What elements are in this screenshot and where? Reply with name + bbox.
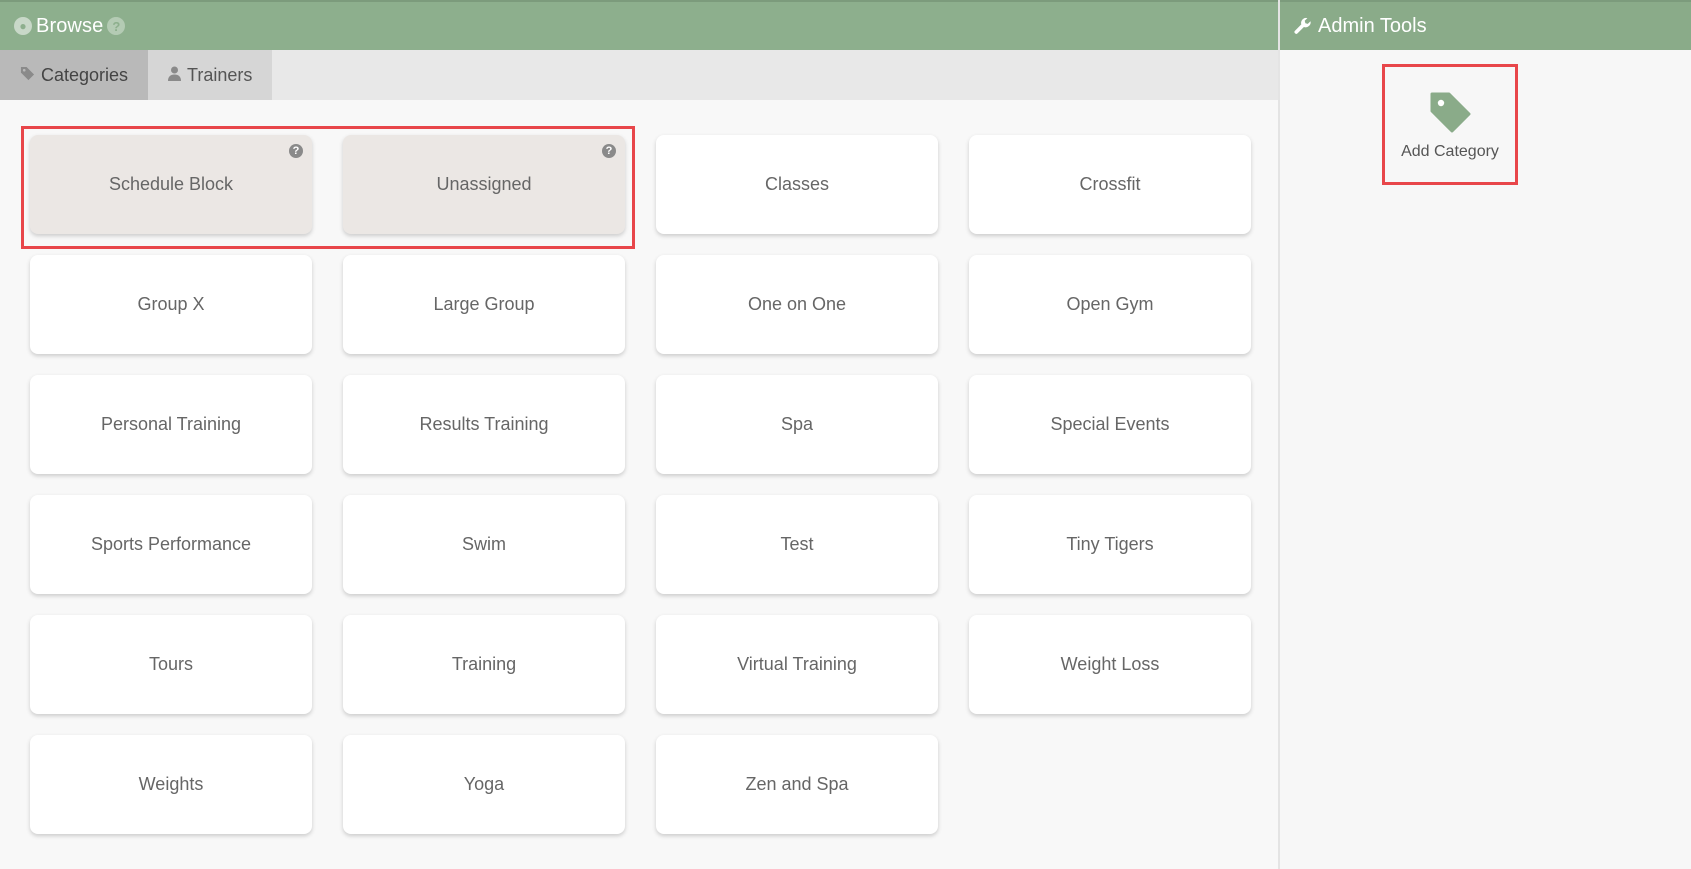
category-label: Tours xyxy=(148,654,193,674)
category-card[interactable]: Zen and Spa xyxy=(656,735,938,834)
category-card[interactable]: Results Training xyxy=(343,375,625,474)
category-label: Zen and Spa xyxy=(745,774,849,794)
category-label: Classes xyxy=(764,174,830,194)
tag-icon xyxy=(20,66,35,85)
tab-trainers[interactable]: Trainers xyxy=(148,50,273,100)
category-card[interactable]: Crossfit xyxy=(969,135,1251,234)
category-label: Personal Training xyxy=(100,414,242,434)
help-icon[interactable]: ? xyxy=(602,144,616,158)
category-card[interactable]: Virtual Training xyxy=(656,615,938,714)
category-label: Unassigned xyxy=(436,174,532,194)
category-label: Open Gym xyxy=(1066,294,1154,314)
category-card[interactable]: Large Group xyxy=(343,255,625,354)
category-card-unassigned[interactable]: Unassigned ? xyxy=(343,135,625,234)
category-label: Virtual Training xyxy=(737,654,857,674)
category-card[interactable]: Weight Loss xyxy=(969,615,1251,714)
category-label: Spa xyxy=(780,414,814,434)
category-label: Sports Performance xyxy=(90,534,252,554)
help-icon[interactable]: ? xyxy=(107,17,126,35)
category-card[interactable]: One on One xyxy=(656,255,938,354)
category-card[interactable]: Weights xyxy=(30,735,312,834)
user-icon xyxy=(168,66,182,85)
tab-bar: Categories Trainers xyxy=(0,50,1278,100)
browse-panel: ● Browse ? Categories Trainers Schedule … xyxy=(0,0,1278,869)
wrench-icon xyxy=(1294,17,1312,35)
category-card[interactable]: Classes xyxy=(656,135,938,234)
category-card[interactable]: Sports Performance xyxy=(30,495,312,594)
browse-title: Browse xyxy=(36,14,104,37)
category-label: Swim xyxy=(462,534,506,554)
category-label: Large Group xyxy=(433,294,535,314)
category-card[interactable]: Special Events xyxy=(969,375,1251,474)
category-card[interactable]: Swim xyxy=(343,495,625,594)
admin-tools-header: Admin Tools xyxy=(1280,0,1691,50)
tag-icon xyxy=(1427,89,1473,143)
category-label: Yoga xyxy=(463,774,505,794)
category-card[interactable]: Training xyxy=(343,615,625,714)
category-card[interactable]: Spa xyxy=(656,375,938,474)
category-card[interactable]: Open Gym xyxy=(969,255,1251,354)
category-label: Weight Loss xyxy=(1060,654,1160,674)
help-icon[interactable]: ? xyxy=(289,144,303,158)
category-label: Weights xyxy=(138,774,204,794)
category-label: Special Events xyxy=(1050,414,1170,434)
category-card[interactable]: Group X xyxy=(30,255,312,354)
category-card-schedule-block[interactable]: Schedule Block ? xyxy=(30,135,312,234)
browse-header: ● Browse ? xyxy=(0,0,1278,50)
category-card[interactable]: Test xyxy=(656,495,938,594)
category-card[interactable]: Tours xyxy=(30,615,312,714)
category-label: Crossfit xyxy=(1079,174,1141,194)
globe-icon: ● xyxy=(14,17,32,35)
add-category-label: Add Category xyxy=(1401,142,1499,160)
add-category-button[interactable]: Add Category xyxy=(1385,67,1515,182)
tab-trainers-label: Trainers xyxy=(187,64,253,85)
category-label: Test xyxy=(780,534,814,554)
tab-categories-label: Categories xyxy=(41,64,129,85)
category-grid: Schedule Block ? Unassigned ? Classes Cr… xyxy=(30,135,1251,834)
category-card[interactable]: Personal Training xyxy=(30,375,312,474)
category-card[interactable]: Yoga xyxy=(343,735,625,834)
category-label: Training xyxy=(451,654,517,674)
category-label: Group X xyxy=(137,294,205,314)
category-label: Tiny Tigers xyxy=(1066,534,1154,554)
admin-tools-title: Admin Tools xyxy=(1318,14,1427,37)
category-card[interactable]: Tiny Tigers xyxy=(969,495,1251,594)
category-label: One on One xyxy=(747,294,847,314)
category-label: Schedule Block xyxy=(108,174,234,194)
category-label: Results Training xyxy=(419,414,549,434)
tab-categories[interactable]: Categories xyxy=(0,50,149,100)
